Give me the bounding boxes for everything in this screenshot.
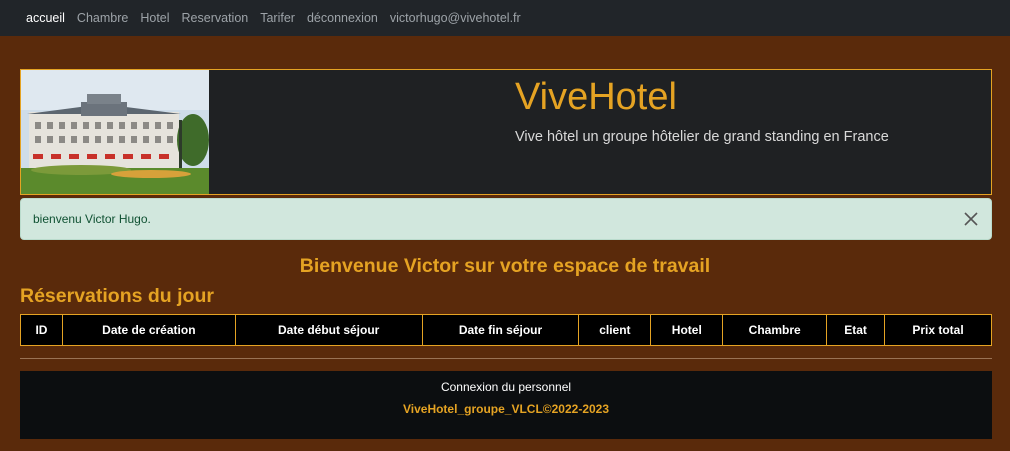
- hero-title: ViveHotel: [515, 76, 677, 118]
- hero-banner: ViveHotel Vive hôtel un groupe hôtelier …: [20, 69, 992, 195]
- top-navbar: accueil Chambre Hotel Reservation Tarife…: [0, 0, 1010, 36]
- column-header-chambre[interactable]: Chambre: [722, 314, 828, 346]
- copyright-text: ViveHotel_groupe_VLCL©2022-2023: [402, 402, 610, 416]
- column-header-hotel[interactable]: Hotel: [650, 314, 724, 346]
- nav-link-tarifer[interactable]: Tarifer: [260, 11, 295, 25]
- hero-subtitle: Vive hôtel un groupe hôtelier de grand s…: [515, 129, 889, 145]
- hotel-illustration: [21, 70, 209, 194]
- nav-link-reservation[interactable]: Reservation: [182, 11, 249, 25]
- nav-link-hotel[interactable]: Hotel: [140, 11, 169, 25]
- alert-message: bienvenu Victor Hugo.: [33, 212, 151, 226]
- reservations-title: Réservations du jour: [20, 285, 214, 307]
- reservations-table: ID Date de création Date début séjour Da…: [20, 314, 992, 346]
- column-header-etat[interactable]: Etat: [826, 314, 886, 346]
- nav-link-accueil[interactable]: accueil: [26, 11, 65, 25]
- hotel-image: [21, 70, 209, 194]
- column-header-date-creation[interactable]: Date de création: [61, 314, 236, 346]
- table-header-row: ID Date de création Date début séjour Da…: [20, 314, 992, 346]
- nav-link-user-email[interactable]: victorhugo@vivehotel.fr: [390, 11, 521, 25]
- staff-login-link[interactable]: Connexion du personnel: [20, 380, 992, 394]
- nav-link-deconnexion[interactable]: déconnexion: [307, 11, 378, 25]
- welcome-alert: bienvenu Victor Hugo.: [20, 198, 992, 240]
- divider: [20, 358, 992, 359]
- column-header-date-fin[interactable]: Date fin séjour: [421, 314, 580, 346]
- column-header-id[interactable]: ID: [20, 314, 63, 346]
- nav-link-chambre[interactable]: Chambre: [77, 11, 128, 25]
- column-header-prix-total[interactable]: Prix total: [884, 314, 992, 346]
- column-header-date-debut[interactable]: Date début séjour: [234, 314, 423, 346]
- column-header-client[interactable]: client: [578, 314, 652, 346]
- footer: Connexion du personnel ViveHotel_groupe_…: [20, 371, 992, 439]
- close-icon[interactable]: [961, 209, 981, 229]
- welcome-heading: Bienvenue Victor sur votre espace de tra…: [299, 255, 711, 277]
